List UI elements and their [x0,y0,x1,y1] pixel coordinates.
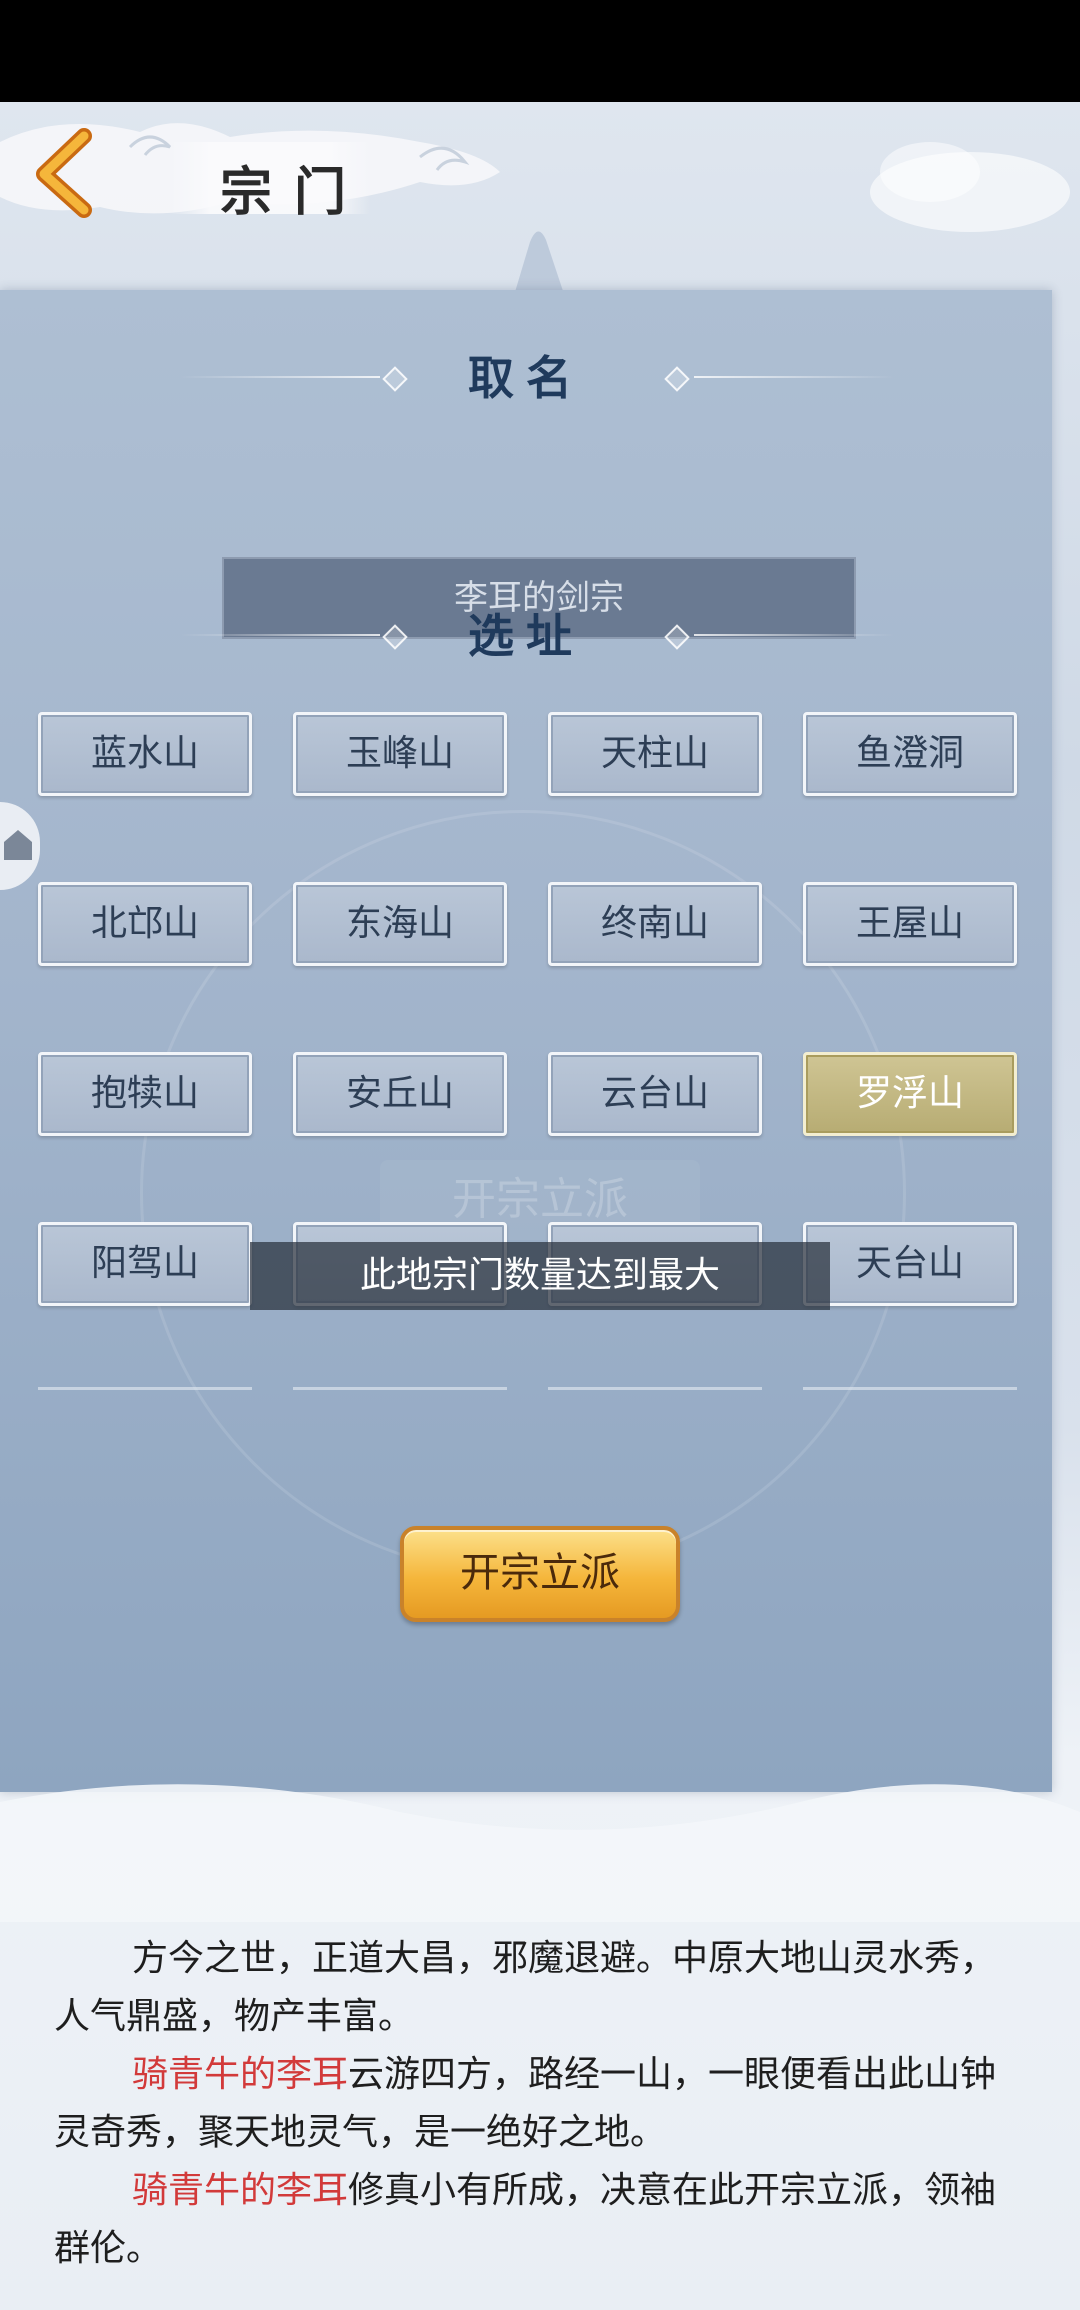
divider-line [694,376,894,378]
story-text: 方今之世，正道大昌，邪魔退避。中原大地山灵水秀，人气鼎盛，物产丰富。 骑青牛的李… [54,1930,1024,2278]
player-name: 骑青牛的李耳 [132,2170,349,2211]
site-button[interactable]: 终南山 [548,882,762,966]
site-button[interactable]: 鱼澄洞 [803,712,1017,796]
site-button[interactable]: 云台山 [548,1052,762,1136]
empty-slot [38,1387,252,1390]
story-paragraph: 骑青牛的李耳修真小有所成，决意在此开宗立派，领袖群伦。 [54,2162,1024,2278]
site-button[interactable]: 抱犊山 [38,1052,252,1136]
site-button[interactable]: 蓝水山 [38,712,252,796]
site-button[interactable]: 玉峰山 [293,712,507,796]
site-button[interactable]: 东海山 [293,882,507,966]
empty-slot [293,1387,507,1390]
naming-heading: 取名 [468,351,584,405]
site-heading: 选址 [468,609,584,663]
toast-message: 此地宗门数量达到最大 [250,1242,830,1310]
mist-decoration [0,1784,1080,1922]
status-bar [0,0,1080,102]
cloud-decoration [870,142,1070,232]
divider-line [694,634,894,636]
story-paragraph: 骑青牛的李耳云游四方，路经一山，一眼便看出此山钟灵奇秀，聚天地灵气，是一绝好之地… [54,2046,1024,2162]
sect-creation-screen: 宗门 开宗立派 取名 李耳的剑宗 选址 蓝水山 玉峰山 天柱山 鱼澄洞 北邙山 … [0,102,1080,2310]
site-button[interactable]: 天台山 [803,1222,1017,1306]
empty-slot [803,1387,1017,1390]
chevron-left-icon [36,128,92,218]
site-button[interactable]: 安丘山 [293,1052,507,1136]
header-bar: 宗门 [0,102,520,242]
side-tab[interactable] [0,802,40,890]
found-sect-button[interactable]: 开宗立派 [400,1526,680,1622]
house-icon [4,830,32,860]
site-button[interactable]: 北邙山 [38,882,252,966]
site-button-selected[interactable]: 罗浮山 [803,1052,1017,1136]
story-paragraph: 方今之世，正道大昌，邪魔退避。中原大地山灵水秀，人气鼎盛，物产丰富。 [54,1938,997,2037]
site-button[interactable]: 王屋山 [803,882,1017,966]
site-button[interactable]: 天柱山 [548,712,762,796]
empty-slot [548,1387,762,1390]
back-button[interactable] [22,122,112,222]
page-title: 宗门 [220,162,369,223]
player-name: 骑青牛的李耳 [132,2054,349,2095]
site-button[interactable]: 阳驾山 [38,1222,252,1306]
